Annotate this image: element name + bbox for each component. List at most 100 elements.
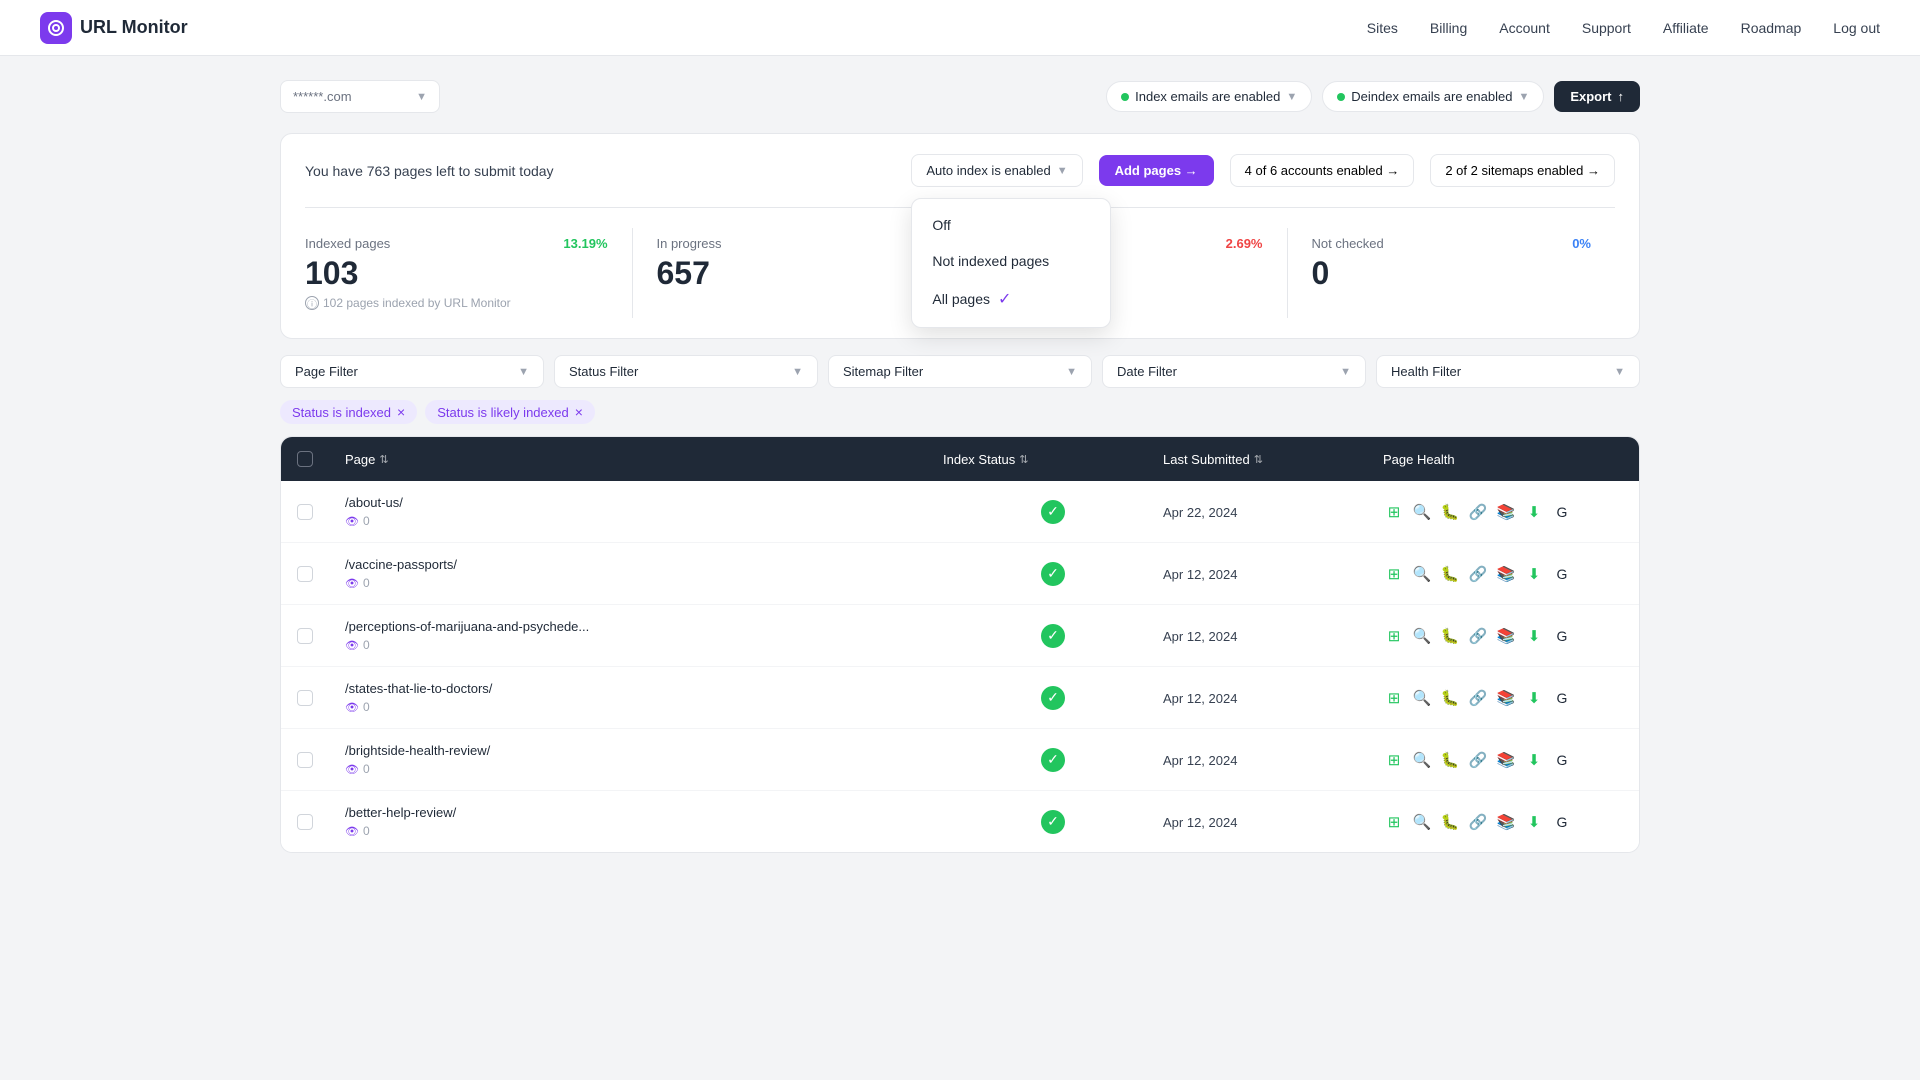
table-body: /about-us/ 👁 0 ✓ Apr 22, 2024 ⊞ 🔍 🐛 🔗 📚 … [281,481,1639,852]
download-health-icon[interactable]: ⬇ [1523,749,1545,771]
google-health-icon[interactable]: G [1551,749,1573,771]
bug-health-icon[interactable]: 🐛 [1439,749,1461,771]
row-checkbox[interactable] [297,628,313,644]
link-health-icon[interactable]: 🔗 [1467,501,1489,523]
search-health-icon[interactable]: 🔍 [1411,625,1433,647]
row-checkbox[interactable] [297,752,313,768]
domain-selector[interactable]: ******.com ▼ [280,80,440,113]
link-health-icon[interactable]: 🔗 [1467,687,1489,709]
auto-index-button[interactable]: Auto index is enabled ▼ [911,154,1082,187]
not-checked-value: 0 [1312,255,1592,292]
index-status-sort-icon[interactable]: ⇅ [1019,453,1028,466]
bug-health-icon[interactable]: 🐛 [1439,687,1461,709]
date-filter-select[interactable]: Date Filter ▼ [1102,355,1366,388]
download-health-icon[interactable]: ⬇ [1523,563,1545,585]
auto-index-label: Auto index is enabled [926,163,1050,178]
remove-filter-indexed[interactable]: × [397,404,405,420]
sitemap-filter-label: Sitemap Filter [843,364,923,379]
export-button[interactable]: Export ↑ [1554,81,1640,112]
dropdown-not-indexed-label: Not indexed pages [932,253,1049,269]
bug-health-icon[interactable]: 🐛 [1439,811,1461,833]
download-health-icon[interactable]: ⬇ [1523,811,1545,833]
nav-affiliate[interactable]: Affiliate [1663,20,1709,36]
link-health-icon[interactable]: 🔗 [1467,625,1489,647]
sitemaps-button[interactable]: 2 of 2 sitemaps enabled → [1430,154,1615,187]
last-submitted-sort-icon[interactable]: ⇅ [1254,453,1263,466]
google-health-icon[interactable]: G [1551,687,1573,709]
remove-filter-likely[interactable]: × [575,404,583,420]
link-health-icon[interactable]: 🔗 [1467,563,1489,585]
row-page-path: /states-that-lie-to-doctors/ [345,681,943,696]
link-health-icon[interactable]: 🔗 [1467,811,1489,833]
stack-health-icon[interactable]: 📚 [1495,501,1517,523]
auto-index-chevron-icon: ▼ [1057,165,1068,177]
deindex-emails-toggle[interactable]: Deindex emails are enabled ▼ [1322,81,1544,112]
indexed-pages-pct: 13.19% [563,236,607,251]
nav-roadmap[interactable]: Roadmap [1741,20,1802,36]
select-all-checkbox[interactable] [297,451,313,467]
dropdown-item-off[interactable]: Off [912,207,1110,243]
health-filter-chevron-icon: ▼ [1614,366,1625,378]
google-health-icon[interactable]: G [1551,625,1573,647]
sitemap-health-icon[interactable]: ⊞ [1383,749,1405,771]
stack-health-icon[interactable]: 📚 [1495,563,1517,585]
nav-billing[interactable]: Billing [1430,20,1467,36]
stack-health-icon[interactable]: 📚 [1495,811,1517,833]
google-health-icon[interactable]: G [1551,501,1573,523]
row-page-cell: /better-help-review/ 👁 0 [345,805,943,838]
table-row: /about-us/ 👁 0 ✓ Apr 22, 2024 ⊞ 🔍 🐛 🔗 📚 … [281,481,1639,543]
stack-health-icon[interactable]: 📚 [1495,625,1517,647]
page-filter-select[interactable]: Page Filter ▼ [280,355,544,388]
row-page-cell: /about-us/ 👁 0 [345,495,943,528]
row-date-cell: Apr 22, 2024 [1163,504,1383,520]
page-sort-icon[interactable]: ⇅ [379,453,388,466]
google-health-icon[interactable]: G [1551,811,1573,833]
sitemap-health-icon[interactable]: ⊞ [1383,687,1405,709]
accounts-label: 4 of 6 accounts enabled → [1245,163,1400,178]
sitemap-health-icon[interactable]: ⊞ [1383,501,1405,523]
nav-logout[interactable]: Log out [1833,20,1880,36]
row-checkbox-cell [297,566,345,582]
logo-icon [40,12,72,44]
index-emails-toggle[interactable]: Index emails are enabled ▼ [1106,81,1312,112]
row-health-cell: ⊞ 🔍 🐛 🔗 📚 ⬇ G [1383,811,1623,833]
download-health-icon[interactable]: ⬇ [1523,501,1545,523]
row-checkbox[interactable] [297,814,313,830]
row-health-cell: ⊞ 🔍 🐛 🔗 📚 ⬇ G [1383,687,1623,709]
indexed-check-icon: ✓ [1041,500,1065,524]
search-health-icon[interactable]: 🔍 [1411,811,1433,833]
nav-sites[interactable]: Sites [1367,20,1398,36]
search-health-icon[interactable]: 🔍 [1411,501,1433,523]
download-health-icon[interactable]: ⬇ [1523,687,1545,709]
google-health-icon[interactable]: G [1551,563,1573,585]
indexed-pages-label: Indexed pages 13.19% [305,236,608,251]
sitemap-filter-chevron-icon: ▼ [1066,366,1077,378]
bug-health-icon[interactable]: 🐛 [1439,625,1461,647]
accounts-button[interactable]: 4 of 6 accounts enabled → [1230,154,1415,187]
nav-account[interactable]: Account [1499,20,1550,36]
dropdown-item-not-indexed[interactable]: Not indexed pages [912,243,1110,279]
sitemap-filter-select[interactable]: Sitemap Filter ▼ [828,355,1092,388]
search-health-icon[interactable]: 🔍 [1411,749,1433,771]
table-row: /perceptions-of-marijuana-and-psychede..… [281,605,1639,667]
bug-health-icon[interactable]: 🐛 [1439,563,1461,585]
add-pages-button[interactable]: Add pages → [1099,155,1214,186]
health-filter-select[interactable]: Health Filter ▼ [1376,355,1640,388]
sitemap-health-icon[interactable]: ⊞ [1383,811,1405,833]
stack-health-icon[interactable]: 📚 [1495,749,1517,771]
stack-health-icon[interactable]: 📚 [1495,687,1517,709]
row-checkbox[interactable] [297,566,313,582]
search-health-icon[interactable]: 🔍 [1411,563,1433,585]
page-filter-label: Page Filter [295,364,358,379]
link-health-icon[interactable]: 🔗 [1467,749,1489,771]
search-health-icon[interactable]: 🔍 [1411,687,1433,709]
bug-health-icon[interactable]: 🐛 [1439,501,1461,523]
row-checkbox[interactable] [297,690,313,706]
sitemap-health-icon[interactable]: ⊞ [1383,625,1405,647]
sitemap-health-icon[interactable]: ⊞ [1383,563,1405,585]
row-checkbox[interactable] [297,504,313,520]
dropdown-item-all-pages[interactable]: All pages ✓ [912,279,1110,319]
status-filter-select[interactable]: Status Filter ▼ [554,355,818,388]
download-health-icon[interactable]: ⬇ [1523,625,1545,647]
nav-support[interactable]: Support [1582,20,1631,36]
